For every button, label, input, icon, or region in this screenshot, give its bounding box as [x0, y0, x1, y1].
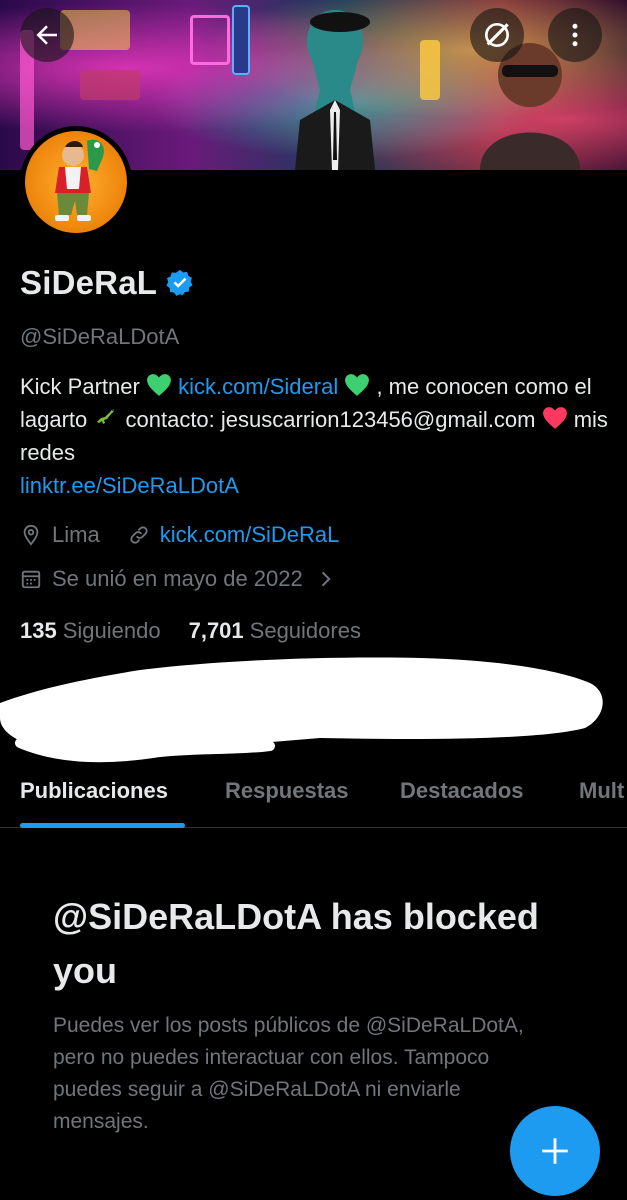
- bio-link-kick[interactable]: kick.com/Sideral: [178, 374, 338, 399]
- grok-button[interactable]: [470, 8, 524, 62]
- more-vertical-icon: [572, 23, 578, 47]
- compose-button[interactable]: [510, 1106, 600, 1196]
- tab-destacados[interactable]: Destacados: [400, 778, 524, 804]
- followers-stat[interactable]: 7,701 Seguidores: [189, 618, 361, 644]
- avatar[interactable]: [20, 126, 132, 238]
- display-name: SiDeRaL: [20, 264, 158, 301]
- followers-count: 7,701: [188, 618, 244, 643]
- following-count: 135: [20, 618, 57, 643]
- followers-label: Seguidores: [249, 618, 361, 643]
- banner-lizard-image: [295, 10, 375, 170]
- location-text: Lima: [52, 522, 100, 547]
- bio-text-3: contacto: jesuscarrion123456@gmail.com: [119, 407, 542, 432]
- red-heart-icon: [542, 407, 567, 429]
- joined-row[interactable]: Se unió en mayo de 2022: [20, 566, 335, 592]
- back-button[interactable]: [20, 8, 74, 62]
- follow-stats: 135 Siguiendo 7,701 Seguidores: [20, 618, 361, 644]
- location-item: Lima: [20, 522, 100, 548]
- avatar-image: [55, 139, 104, 221]
- calendar-icon: [21, 570, 41, 589]
- following-label: Siguiendo: [62, 618, 161, 643]
- joined-text: Se unió en mayo de 2022: [52, 566, 303, 591]
- website-link[interactable]: kick.com/SiDeRaL: [160, 522, 340, 548]
- lizard-icon: [97, 409, 115, 424]
- profile-handle: @SiDeRaLDotA: [20, 324, 180, 349]
- redaction-scribble: [0, 657, 603, 763]
- arrow-left-icon: [36, 25, 57, 45]
- location-pin-icon: [23, 524, 39, 546]
- profile-bio: Kick Partner kick.com/Sideral , me conoc…: [20, 370, 610, 502]
- link-icon: [130, 526, 148, 544]
- tab-publicaciones[interactable]: Publicaciones: [20, 778, 168, 804]
- profile-tabs: Publicaciones Respuestas Destacados Mult: [0, 770, 627, 828]
- tab-respuestas[interactable]: Respuestas: [225, 778, 349, 804]
- active-tab-indicator: [20, 823, 185, 828]
- plus-icon: [542, 1138, 568, 1164]
- slashed-circle-icon: [485, 23, 509, 47]
- blocked-body: Puedes ver los posts públicos de @SiDeRa…: [53, 1014, 524, 1133]
- profile-meta-row: Lima kick.com/SiDeRaL: [20, 522, 339, 548]
- verified-badge-icon[interactable]: [165, 268, 195, 298]
- bio-link-linktree[interactable]: linktr.ee/SiDeRaLDotA: [20, 473, 239, 498]
- profile-name-row: SiDeRaL: [20, 264, 195, 302]
- bio-text-1: Kick Partner: [20, 374, 146, 399]
- chevron-right-icon: [321, 571, 331, 587]
- tab-multimedia[interactable]: Mult: [579, 778, 624, 804]
- website-item[interactable]: kick.com/SiDeRaL: [128, 522, 340, 548]
- more-button[interactable]: [548, 8, 602, 62]
- green-heart-icon: [345, 374, 370, 396]
- following-stat[interactable]: 135 Siguiendo: [20, 618, 161, 644]
- green-heart-icon: [147, 374, 171, 396]
- blocked-title: @SiDeRaLDotA has blocked you: [53, 896, 539, 991]
